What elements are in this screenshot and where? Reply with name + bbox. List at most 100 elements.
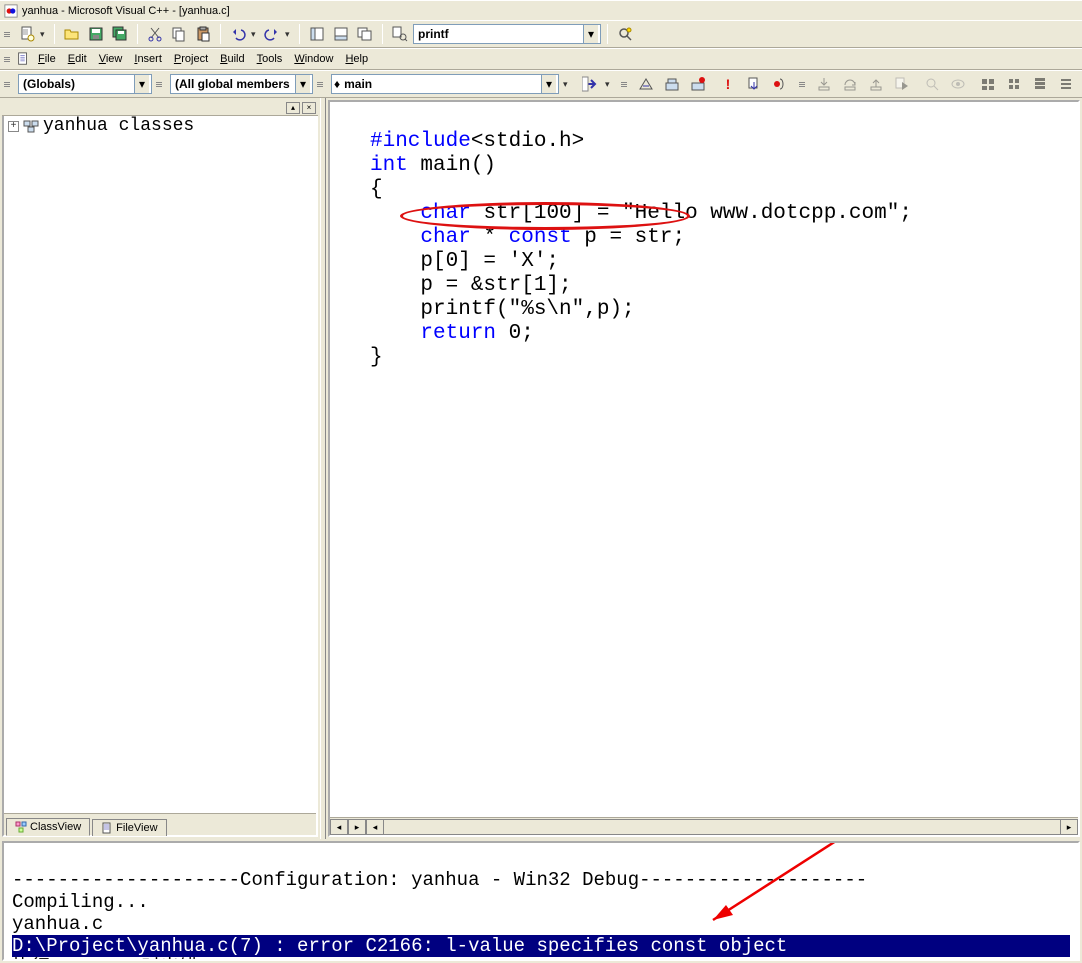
code-token <box>370 202 420 225</box>
grip[interactable] <box>4 24 10 44</box>
build-button[interactable] <box>661 73 683 95</box>
menu-insert[interactable]: Insert <box>128 51 168 67</box>
open-button[interactable] <box>61 23 83 45</box>
output-line: --------------------Configuration: yanhu… <box>12 869 867 891</box>
redo-dropdown[interactable]: ▾ <box>285 29 293 40</box>
compile-button[interactable] <box>635 73 657 95</box>
code-token: { <box>370 178 383 201</box>
cut-button[interactable] <box>144 23 166 45</box>
tree-root-row[interactable]: + yanhua classes <box>8 116 312 136</box>
scroll-track[interactable] <box>384 819 1060 835</box>
save-all-button[interactable] <box>109 23 131 45</box>
tab-fileview[interactable]: FileView <box>92 819 166 836</box>
tab-classview[interactable]: ClassView <box>6 818 90 836</box>
members-combo[interactable]: ♦ main ▾ <box>331 74 559 94</box>
title-bar: yanhua - Microsoft Visual C++ - [yanhua.… <box>0 0 1082 20</box>
goto-button[interactable] <box>579 73 601 95</box>
grip[interactable] <box>156 74 162 94</box>
menu-help[interactable]: Help <box>339 51 374 67</box>
members-options[interactable]: ▾ <box>563 79 571 90</box>
step-over-button[interactable] <box>839 73 861 95</box>
code-token: int <box>370 154 408 177</box>
find-combo-dropdown[interactable]: ▾ <box>583 25 598 43</box>
watch-button[interactable] <box>947 73 969 95</box>
menu-window[interactable]: Window <box>288 51 339 67</box>
class-tree[interactable]: + yanhua classes <box>4 102 316 813</box>
copy-button[interactable] <box>168 23 190 45</box>
tab-fileview-label: FileView <box>116 822 157 834</box>
find-text: printf <box>416 27 583 41</box>
workspace-tabs: ClassView FileView <box>4 813 316 835</box>
undo-dropdown[interactable]: ▾ <box>251 29 259 40</box>
output-button[interactable] <box>330 23 352 45</box>
members-dropdown[interactable]: ▾ <box>541 75 556 93</box>
new-dropdown[interactable]: ▾ <box>40 29 48 40</box>
code-token: #include <box>370 130 471 153</box>
run-to-cursor-button[interactable] <box>891 73 913 95</box>
code-editor[interactable]: #include<stdio.h> int main() { char str[… <box>362 102 1078 817</box>
grip[interactable] <box>4 74 10 94</box>
expand-icon[interactable]: + <box>8 121 19 132</box>
editor-hscrollbar[interactable]: ◂ ▸ ◂ ▸ <box>330 817 1078 835</box>
scope-combo[interactable]: (Globals) ▾ <box>18 74 152 94</box>
goto-dropdown[interactable]: ▾ <box>605 79 613 90</box>
scope-dropdown[interactable]: ▾ <box>134 75 149 93</box>
classes-icon <box>23 118 39 134</box>
output-error-line[interactable]: D:\Project\yanhua.c(7) : error C2166: l-… <box>12 935 1070 957</box>
svg-text:!: ! <box>726 76 731 92</box>
window-list-button[interactable] <box>354 23 376 45</box>
menu-edit[interactable]: Edit <box>62 51 93 67</box>
redo-button[interactable] <box>261 23 283 45</box>
disassembly-button[interactable] <box>1055 73 1077 95</box>
save-button[interactable] <box>85 23 107 45</box>
func-icon: ♦ <box>334 77 340 91</box>
registers-button[interactable] <box>977 73 999 95</box>
find-combo[interactable]: printf ▾ <box>413 24 601 44</box>
menu-build[interactable]: Build <box>214 51 250 67</box>
breakpoint-button[interactable] <box>769 73 791 95</box>
workspace-button[interactable] <box>306 23 328 45</box>
grip[interactable] <box>4 49 10 69</box>
grip[interactable] <box>621 74 627 94</box>
filter-text: (All global members <box>173 77 295 91</box>
code-token: 0; <box>496 322 534 345</box>
menu-file[interactable]: File <box>32 51 62 67</box>
tab-classview-label: ClassView <box>30 821 81 833</box>
output-line: 执行 cl.exe 时出错 <box>12 957 198 961</box>
undo-button[interactable] <box>227 23 249 45</box>
editor-gutter <box>330 102 362 817</box>
output-pane[interactable]: --------------------Configuration: yanhu… <box>2 841 1080 961</box>
scroll-left-button[interactable]: ◂ <box>330 819 348 835</box>
stop-build-button[interactable] <box>687 73 709 95</box>
filter-combo[interactable]: (All global members ▾ <box>170 74 313 94</box>
scroll-split-left[interactable]: ▸ <box>348 819 366 835</box>
vertical-splitter[interactable] <box>320 98 326 839</box>
pane-dock-button[interactable]: ▴ <box>286 102 300 114</box>
execute-button[interactable]: ! <box>717 73 739 95</box>
paste-button[interactable] <box>192 23 214 45</box>
menu-project[interactable]: Project <box>168 51 214 67</box>
callstack-button[interactable] <box>1029 73 1051 95</box>
pane-close-button[interactable]: × <box>302 102 316 114</box>
workspace-pane: ▴ × + yanhua classes ClassView FileView <box>2 100 318 837</box>
classview-icon <box>15 821 27 833</box>
menu-view[interactable]: View <box>93 51 129 67</box>
memory-button[interactable] <box>1003 73 1025 95</box>
filter-dropdown[interactable]: ▾ <box>295 75 310 93</box>
new-text-file-button[interactable] <box>16 23 38 45</box>
scroll-left-button-2[interactable]: ◂ <box>366 819 384 835</box>
go-button[interactable] <box>743 73 765 95</box>
grip[interactable] <box>799 74 805 94</box>
search-button[interactable] <box>614 23 636 45</box>
quickwatch-button[interactable] <box>921 73 943 95</box>
step-out-button[interactable] <box>865 73 887 95</box>
code-token: } <box>370 346 383 369</box>
grip[interactable] <box>317 74 323 94</box>
scroll-right-button[interactable]: ▸ <box>1060 819 1078 835</box>
find-in-files-button[interactable] <box>389 23 411 45</box>
code-token: return <box>420 322 496 345</box>
step-into-button[interactable] <box>813 73 835 95</box>
code-token: p = &str[1]; <box>370 274 572 297</box>
menu-tools[interactable]: Tools <box>251 51 289 67</box>
app-icon <box>4 4 18 18</box>
